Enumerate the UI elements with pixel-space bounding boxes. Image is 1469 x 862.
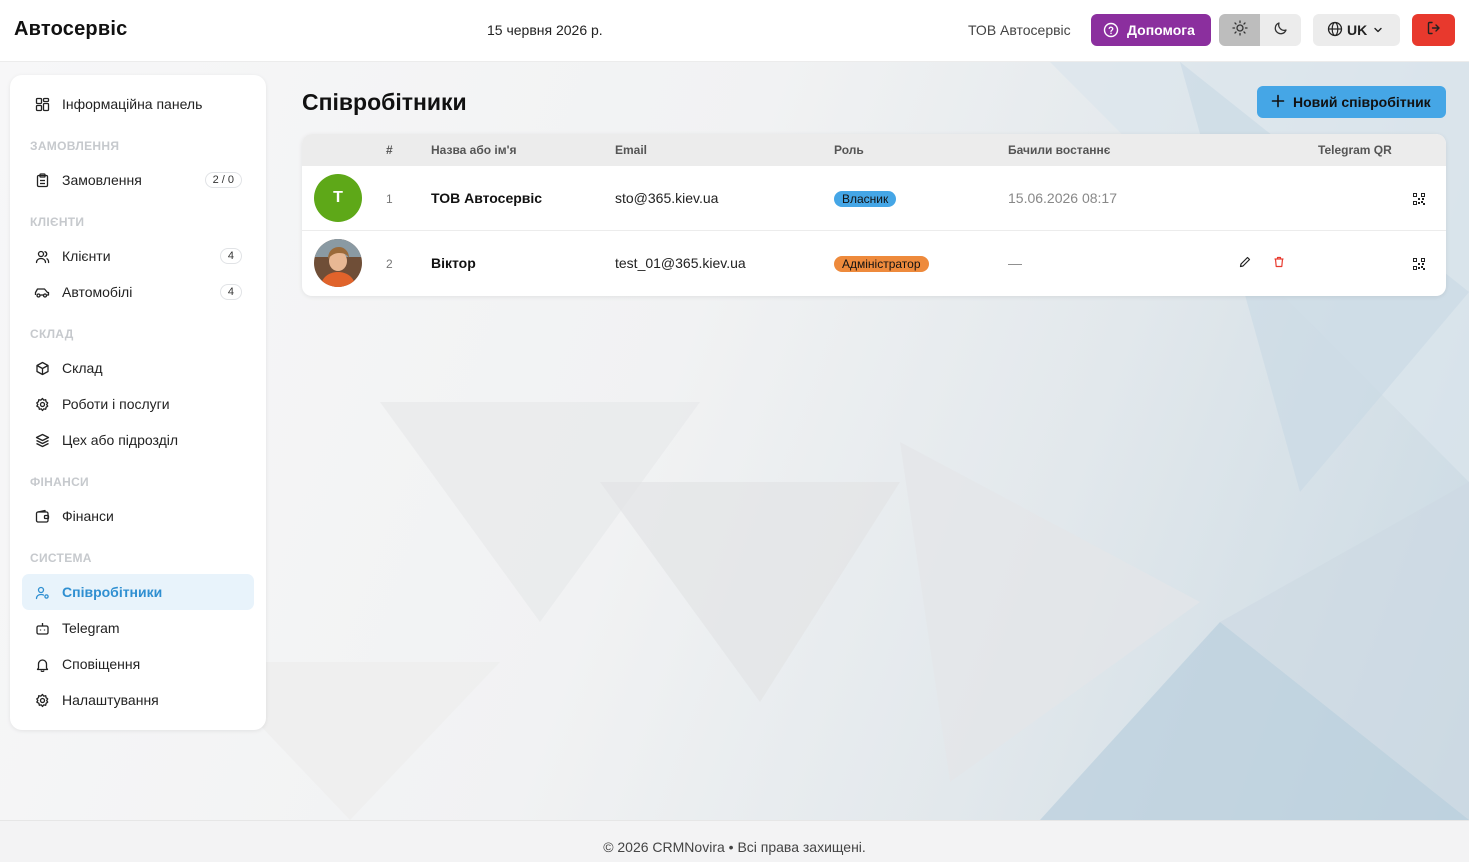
- user-gear-icon: [34, 584, 50, 600]
- employee-email: sto@365.kiev.ua: [615, 190, 719, 206]
- section-system: СИСТЕМА: [30, 551, 92, 565]
- chevron-down-icon: [1373, 22, 1383, 38]
- sidebar-item-services[interactable]: Роботи і послуги: [22, 386, 254, 422]
- employee-email: test_01@365.kiev.ua: [615, 255, 746, 271]
- plus-icon: [1271, 94, 1285, 111]
- sidebar-item-orders[interactable]: Замовлення 2 / 0: [22, 162, 254, 198]
- last-seen: —: [1008, 255, 1022, 271]
- layers-icon: [34, 432, 50, 448]
- bot-icon: [34, 620, 50, 636]
- sidebar-item-notifications[interactable]: Сповіщення: [22, 646, 254, 682]
- employees-table: # Назва або ім'я Email Роль Бачили воста…: [302, 134, 1446, 296]
- settings-icon: [34, 692, 50, 708]
- section-warehouse: СКЛАД: [30, 327, 74, 341]
- logout-button[interactable]: [1412, 14, 1455, 46]
- top-header: Автосервіс 15 червня 2026 р. ТОВ Автосер…: [0, 0, 1469, 62]
- clipboard-icon: [34, 172, 50, 188]
- column-name[interactable]: Назва або ім'я: [431, 143, 517, 157]
- new-employee-button[interactable]: Новий співробітник: [1257, 86, 1446, 118]
- employee-name[interactable]: Віктор: [431, 255, 476, 271]
- clients-count-badge: 4: [219, 248, 242, 264]
- sidebar-item-cars[interactable]: Автомобілі 4: [22, 274, 254, 310]
- logout-icon: [1426, 20, 1442, 41]
- table-row[interactable]: Т 1 ТОВ Автосервіс sto@365.kiev.ua Власн…: [302, 166, 1446, 231]
- light-theme-button[interactable]: [1219, 14, 1260, 46]
- box-icon: [34, 360, 50, 376]
- sidebar-item-label: Замовлення: [62, 172, 142, 188]
- sidebar-item-label: Клієнти: [62, 248, 111, 264]
- delete-trash-icon[interactable]: [1272, 255, 1286, 269]
- sidebar-item-employees[interactable]: Співробітники: [22, 574, 254, 610]
- users-icon: [34, 248, 50, 264]
- sidebar: Інформаційна панель ЗАМОВЛЕННЯ Замовленн…: [10, 75, 266, 730]
- sidebar-item-departments[interactable]: Цех або підрозділ: [22, 422, 254, 458]
- table-header: # Назва або ім'я Email Роль Бачили воста…: [302, 134, 1446, 166]
- footer: © 2026 CRMNovira • Всі права захищені.: [0, 820, 1469, 862]
- cars-count-badge: 4: [219, 284, 242, 300]
- orders-count-badge: 2 / 0: [204, 172, 242, 188]
- sidebar-item-label: Інформаційна панель: [62, 96, 203, 112]
- sidebar-item-clients[interactable]: Клієнти 4: [22, 238, 254, 274]
- sidebar-item-label: Роботи і послуги: [62, 396, 170, 412]
- column-num: #: [386, 143, 393, 157]
- row-number: 2: [386, 257, 393, 271]
- avatar-photo: [314, 239, 362, 287]
- new-employee-label: Новий співробітник: [1293, 94, 1431, 110]
- brand-logo[interactable]: Автосервіс: [14, 18, 127, 41]
- help-label: Допомога: [1127, 22, 1195, 38]
- dark-theme-button[interactable]: [1260, 14, 1301, 46]
- avatar: Т: [314, 174, 362, 222]
- section-clients: КЛІЄНТИ: [30, 215, 85, 229]
- sidebar-item-telegram[interactable]: Telegram: [22, 610, 254, 646]
- sidebar-item-finance[interactable]: Фінанси: [22, 498, 254, 534]
- help-button[interactable]: Допомога: [1091, 14, 1211, 46]
- edit-pencil-icon[interactable]: [1238, 255, 1252, 269]
- sidebar-item-label: Сповіщення: [62, 656, 141, 672]
- last-seen: 15.06.2026 08:17: [1008, 190, 1117, 206]
- globe-icon: [1327, 21, 1343, 40]
- role-badge: Адміністратор: [834, 256, 929, 272]
- bell-icon: [34, 656, 50, 672]
- column-email[interactable]: Email: [615, 143, 647, 157]
- section-finance: ФІНАНСИ: [30, 475, 89, 489]
- sidebar-item-label: Налаштування: [62, 692, 159, 708]
- table-row[interactable]: 2 Віктор test_01@365.kiev.ua Адміністрат…: [302, 231, 1446, 296]
- qr-code-icon[interactable]: [1413, 192, 1425, 205]
- language-label: UK: [1347, 22, 1368, 38]
- page-title: Співробітники: [302, 89, 467, 115]
- role-badge: Власник: [834, 191, 897, 207]
- sidebar-item-settings[interactable]: Налаштування: [22, 682, 254, 718]
- sidebar-item-label: Співробітники: [62, 584, 163, 600]
- section-orders: ЗАМОВЛЕННЯ: [30, 139, 120, 153]
- dashboard-grid-icon: [34, 96, 50, 112]
- current-date: 15 червня 2026 р.: [487, 22, 603, 38]
- car-icon: [34, 284, 50, 300]
- sun-icon: [1231, 19, 1248, 41]
- employee-name[interactable]: ТОВ Автосервіс: [431, 190, 542, 206]
- language-selector[interactable]: UK: [1313, 14, 1400, 46]
- qr-code-icon[interactable]: [1413, 257, 1425, 270]
- row-number: 1: [386, 192, 393, 206]
- column-role[interactable]: Роль: [834, 143, 864, 157]
- company-name: ТОВ Автосервіс: [968, 22, 1071, 38]
- column-last-seen[interactable]: Бачили востаннє: [1008, 143, 1110, 157]
- sidebar-item-label: Склад: [62, 360, 103, 376]
- sidebar-item-label: Фінанси: [62, 508, 114, 524]
- sidebar-item-label: Автомобілі: [62, 284, 133, 300]
- gear-icon: [34, 396, 50, 412]
- footer-copyright: © 2026 CRMNovira • Всі права захищені.: [603, 839, 866, 855]
- wallet-icon: [34, 508, 50, 524]
- column-telegram-qr: Telegram QR: [1318, 143, 1392, 157]
- sidebar-item-warehouse[interactable]: Склад: [22, 350, 254, 386]
- sidebar-item-label: Telegram: [62, 620, 120, 636]
- moon-icon: [1273, 20, 1289, 41]
- question-circle-icon: [1103, 22, 1119, 38]
- sidebar-item-dashboard[interactable]: Інформаційна панель: [22, 86, 254, 122]
- theme-toggle: [1219, 14, 1301, 46]
- sidebar-item-label: Цех або підрозділ: [62, 432, 179, 448]
